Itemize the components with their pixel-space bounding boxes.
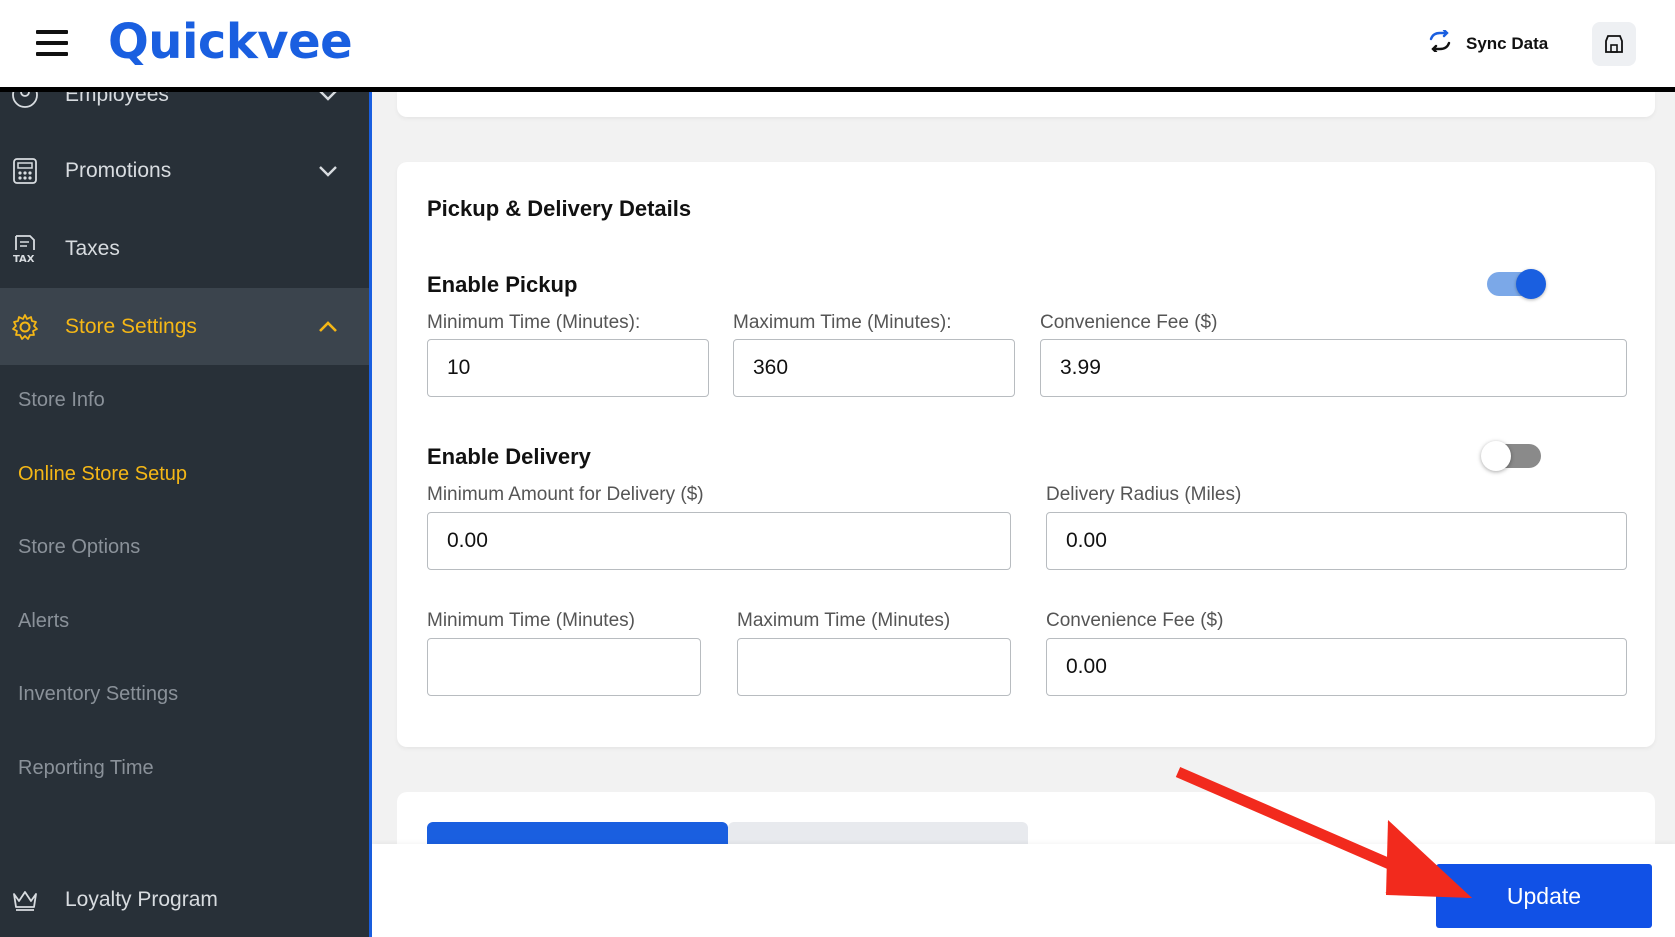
quickvee-logo[interactable]: Quickvee <box>108 14 353 70</box>
delivery-max-time-input[interactable] <box>737 638 1011 696</box>
menu-icon[interactable] <box>36 30 68 56</box>
sync-icon <box>1428 28 1452 57</box>
delivery-min-time-label: Minimum Time (Minutes) <box>427 610 635 631</box>
chevron-down-icon <box>318 92 338 107</box>
pickup-min-time-label: Minimum Time (Minutes): <box>427 312 641 333</box>
delivery-min-amount-label: Minimum Amount for Delivery ($) <box>427 484 704 505</box>
sidebar-item-taxes[interactable]: TAX Taxes <box>0 218 369 280</box>
chevron-down-icon <box>318 159 338 183</box>
previous-card <box>397 92 1655 117</box>
delivery-min-amount-input[interactable]: 0.00 <box>427 512 1011 570</box>
enable-delivery-title: Enable Delivery <box>427 444 591 469</box>
sidebar-item-promotions[interactable]: Promotions <box>0 140 369 202</box>
update-button[interactable]: Update <box>1436 864 1652 928</box>
delivery-radius-input[interactable]: 0.00 <box>1046 512 1627 570</box>
top-header: Quickvee Sync Data <box>0 0 1675 92</box>
chevron-up-icon <box>318 315 338 339</box>
delivery-radius-label: Delivery Radius (Miles) <box>1046 484 1242 505</box>
pickup-max-time-input[interactable]: 360 <box>733 339 1015 397</box>
delivery-fee-input[interactable]: 0.00 <box>1046 638 1627 696</box>
card-title: Pickup & Delivery Details <box>427 196 692 221</box>
pickup-max-time-label: Maximum Time (Minutes): <box>733 312 952 333</box>
delivery-max-time-label: Maximum Time (Minutes) <box>737 610 951 631</box>
sidebar-item-label: Employees <box>65 92 169 106</box>
sidebar: Employees Promotions TAX Taxes Store Set… <box>0 92 372 937</box>
subnav-store-info[interactable]: Store Info <box>18 389 105 412</box>
user-circle-icon <box>10 92 40 110</box>
pickup-min-time-input[interactable]: 10 <box>427 339 709 397</box>
footer-bar: Update <box>372 844 1675 937</box>
sidebar-item-label: Loyalty Program <box>65 887 218 911</box>
store-icon[interactable] <box>1592 22 1636 66</box>
delivery-fee-label: Convenience Fee ($) <box>1046 610 1224 631</box>
tax-receipt-icon: TAX <box>10 234 40 264</box>
tab-flat-delivery-fee[interactable] <box>427 822 728 844</box>
svg-text:TAX: TAX <box>13 254 35 264</box>
sidebar-item-label: Promotions <box>65 159 172 182</box>
calculator-icon <box>10 156 40 186</box>
subnav-reporting-time[interactable]: Reporting Time <box>18 757 154 780</box>
subnav-inventory-settings[interactable]: Inventory Settings <box>18 683 178 706</box>
pickup-delivery-card: Pickup & Delivery Details Enable Pickup … <box>397 162 1655 747</box>
delivery-toggle[interactable] <box>1481 441 1541 471</box>
sidebar-item-employees[interactable]: Employees <box>0 92 369 120</box>
main-content: Pickup & Delivery Details Enable Pickup … <box>372 92 1675 937</box>
pickup-fee-label: Convenience Fee ($) <box>1040 312 1218 333</box>
sync-data-button[interactable]: Sync Data <box>1428 28 1549 57</box>
enable-pickup-title: Enable Pickup <box>427 272 578 297</box>
sidebar-item-loyalty-program[interactable]: Loyalty Program <box>0 862 369 937</box>
sync-data-label: Sync Data <box>1466 33 1549 53</box>
pickup-fee-input[interactable]: 3.99 <box>1040 339 1627 397</box>
gear-icon <box>10 312 40 342</box>
crown-icon <box>10 885 40 915</box>
subnav-store-options[interactable]: Store Options <box>18 536 140 559</box>
pickup-toggle[interactable] <box>1487 269 1546 299</box>
sidebar-item-label: Store Settings <box>65 314 197 338</box>
tab-per-mile-delivery-fee[interactable] <box>728 822 1028 844</box>
sidebar-item-store-settings[interactable]: Store Settings <box>0 288 369 365</box>
subnav-online-store-setup[interactable]: Online Store Setup <box>18 463 187 486</box>
delivery-min-time-input[interactable] <box>427 638 701 696</box>
subnav-alerts[interactable]: Alerts <box>18 610 69 633</box>
sidebar-item-label: Taxes <box>65 237 120 260</box>
